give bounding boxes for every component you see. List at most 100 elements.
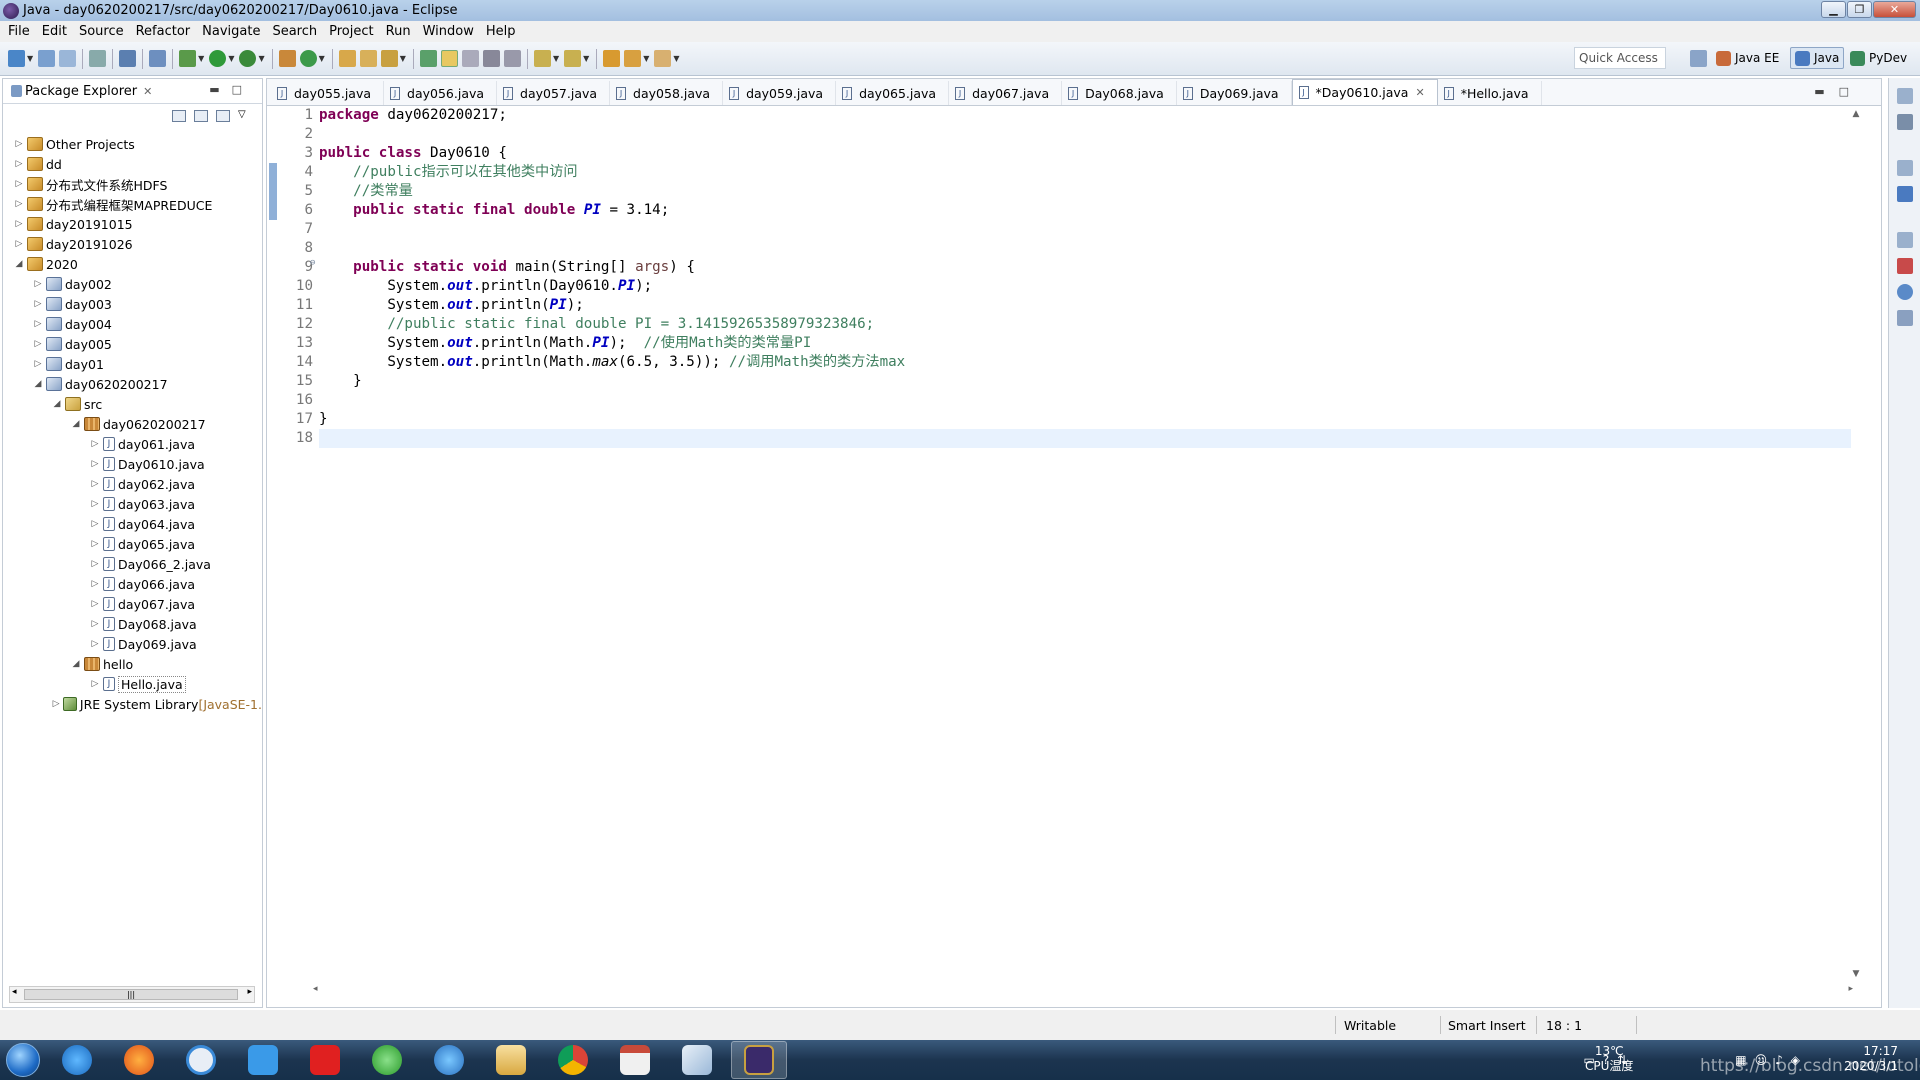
tree-item[interactable]: ▷ J Day069.java (3, 634, 262, 654)
block-selection-icon[interactable] (482, 50, 500, 67)
taskbar-cloud[interactable] (235, 1041, 291, 1079)
quick-access-input[interactable]: Quick Access (1574, 47, 1666, 69)
collapsed-arrow-icon[interactable]: ▷ (89, 459, 101, 469)
new-icon[interactable] (8, 50, 25, 67)
collapsed-arrow-icon[interactable]: ▷ (13, 159, 25, 169)
tree-item[interactable]: ◢ day0620200217 (3, 374, 262, 394)
tree-item[interactable]: ▷ day20191015 (3, 214, 262, 234)
collapsed-arrow-icon[interactable]: ▷ (89, 599, 101, 609)
next-annotation-icon[interactable] (533, 50, 551, 67)
run-icon[interactable] (209, 50, 227, 67)
save-all-icon[interactable] (59, 50, 77, 67)
tree-item[interactable]: ▷ J Day068.java (3, 614, 262, 634)
menu-navigate[interactable]: Navigate (196, 24, 266, 39)
tree-item[interactable]: ▷ Jday063.java (3, 494, 262, 514)
menu-search[interactable]: Search (266, 24, 323, 39)
javadoc-icon[interactable] (1896, 284, 1913, 300)
skip-breakpoints-icon[interactable] (149, 50, 167, 67)
forward-icon[interactable] (654, 50, 672, 67)
collapsed-arrow-icon[interactable]: ▷ (89, 619, 101, 629)
link-with-editor-icon[interactable] (194, 110, 208, 122)
view-menu-icon[interactable]: ▽ (238, 110, 252, 122)
open-type-icon[interactable] (338, 50, 356, 67)
tree-item[interactable]: ▷ Other Projects (3, 134, 262, 154)
open-perspective-icon[interactable] (1690, 50, 1707, 67)
editor-tab[interactable]: Jday065.java (836, 81, 950, 105)
coverage-icon[interactable] (239, 50, 257, 67)
collapsed-arrow-icon[interactable]: ▷ (13, 199, 25, 209)
tree-item[interactable]: ▷ Jday065.java (3, 534, 262, 554)
collapsed-arrow-icon[interactable]: ▷ (89, 519, 101, 529)
editor-tab[interactable]: J Day068.java (1062, 81, 1177, 105)
menu-run[interactable]: Run (380, 24, 417, 39)
menu-project[interactable]: Project (323, 24, 379, 39)
menu-source[interactable]: Source (73, 24, 130, 39)
collapsed-arrow-icon[interactable]: ▷ (89, 539, 101, 549)
editor-tab[interactable]: Jday056.java (384, 81, 498, 105)
taskbar-notepad[interactable] (669, 1041, 725, 1079)
taskbar-eclipse[interactable] (731, 1041, 787, 1079)
tree-item[interactable]: ▷ day20191026 (3, 234, 262, 254)
taskbar-firefox[interactable] (111, 1041, 167, 1079)
taskbar-ie-alt[interactable] (421, 1041, 477, 1079)
toggle-highlight-icon[interactable] (440, 50, 458, 67)
menu-window[interactable]: Window (417, 24, 480, 39)
tree-item[interactable]: ▷ Jday066.java (3, 574, 262, 594)
restore-icon[interactable] (1896, 160, 1913, 176)
close-button[interactable]: ✕ (1873, 1, 1916, 18)
help-icon[interactable]: ? (1603, 1053, 1609, 1067)
tree-item[interactable]: ▷ Jday061.java (3, 434, 262, 454)
taskbar-explorer[interactable] (483, 1041, 539, 1079)
taskbar-calendar[interactable] (607, 1041, 663, 1079)
collapsed-arrow-icon[interactable]: ▷ (32, 359, 44, 369)
minimize-button[interactable]: ▁ (1821, 1, 1846, 18)
expanded-arrow-icon[interactable]: ◢ (32, 379, 44, 389)
tree-item[interactable]: ▷ Jday062.java (3, 474, 262, 494)
scroll-up-icon[interactable]: ▲ (1849, 109, 1863, 119)
filter-icon[interactable] (216, 110, 230, 122)
new-class-icon[interactable] (299, 50, 317, 67)
explorer-horizontal-scrollbar[interactable]: ◂ ||| ▸ (9, 986, 255, 1003)
editor-tab[interactable]: Jday059.java (723, 81, 837, 105)
close-icon[interactable]: ✕ (143, 85, 152, 98)
outline-icon[interactable] (1896, 186, 1913, 202)
perspective-java[interactable]: Java (1790, 47, 1845, 69)
collapsed-arrow-icon[interactable]: ▷ (32, 279, 44, 289)
word-wrap-icon[interactable] (461, 50, 479, 67)
code-area[interactable]: 1 2 3 4 5 6 7 8 9 10 11 12 13 14 15 16 17 18 ⊖ package da… (267, 106, 1851, 982)
collapse-all-icon[interactable] (172, 110, 186, 122)
editor-vertical-scrollbar[interactable]: ▲ ▼ (1849, 109, 1863, 979)
tree-item[interactable]: ▷ J Day066_2.java (3, 554, 262, 574)
scroll-down-icon[interactable]: ▼ (1849, 969, 1863, 979)
collapsed-arrow-icon[interactable]: ▷ (89, 479, 101, 489)
tree-item[interactable]: ▷ Jday064.java (3, 514, 262, 534)
expanded-arrow-icon[interactable]: ◢ (70, 419, 82, 429)
code-lines[interactable]: package day0620200217; public class Day0… (319, 106, 1851, 982)
scroll-right-icon[interactable]: ▸ (1848, 984, 1853, 994)
collapsed-arrow-icon[interactable]: ▷ (51, 699, 61, 709)
editor-tab[interactable]: J *Day0610.java ✕ (1291, 79, 1438, 105)
editor-tab[interactable]: Jday058.java (610, 81, 724, 105)
network-icon[interactable]: ⇅ (1617, 1053, 1627, 1067)
editor-minmax-buttons[interactable]: ▬□ (1814, 85, 1863, 98)
scroll-left-icon[interactable]: ◂ (313, 984, 318, 994)
collapsed-arrow-icon[interactable]: ▷ (32, 339, 44, 349)
editor-tab[interactable]: J Day069.java (1177, 81, 1292, 105)
close-icon[interactable]: ✕ (1415, 86, 1424, 99)
collapsed-arrow-icon[interactable]: ▷ (32, 299, 44, 309)
collapsed-arrow-icon[interactable]: ▷ (89, 439, 101, 449)
tree-item[interactable]: ◢ hello (3, 654, 262, 674)
collapsed-arrow-icon[interactable]: ▷ (89, 579, 101, 589)
taskbar-browser[interactable] (359, 1041, 415, 1079)
restore-icon[interactable] (1896, 232, 1913, 248)
tree-item[interactable]: ▷ J Day0610.java (3, 454, 262, 474)
tree-item[interactable]: ▷ JRE System Library [JavaSE-1. (3, 694, 262, 714)
editor-tab[interactable]: Jday055.java (271, 81, 385, 105)
tree-item[interactable]: ▷ day01 (3, 354, 262, 374)
scrollbar-thumb[interactable]: ||| (24, 989, 238, 1000)
tree-item[interactable]: ▷ Jday067.java (3, 594, 262, 614)
toggle-mark-occurrences-icon[interactable] (419, 50, 437, 67)
restore-icon[interactable] (1896, 88, 1913, 104)
show-whitespace-icon[interactable] (503, 50, 521, 67)
maximize-button[interactable]: ❐ (1847, 1, 1872, 18)
